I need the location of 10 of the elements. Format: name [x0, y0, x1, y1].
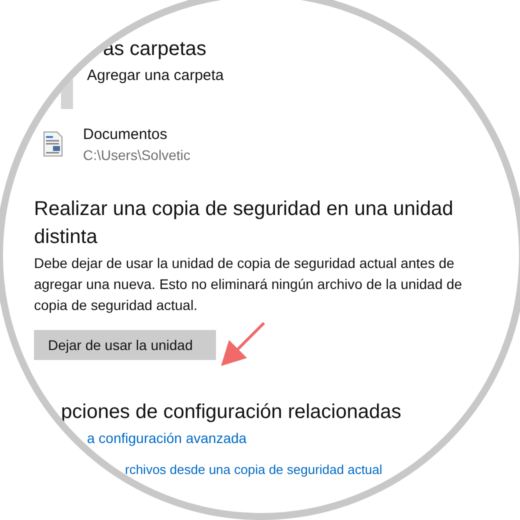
add-folder-label[interactable]: Agregar una carpeta [87, 65, 224, 87]
document-icon [43, 131, 63, 157]
section-heading: pciones de configuración relacionadas [61, 400, 402, 425]
settings-link[interactable]: rchivos desde una copia de seguridad actual [125, 460, 382, 480]
settings-link[interactable]: a configuración avanzada [87, 428, 247, 448]
section-heading: Realizar una copia de seguridad en una unidad distinta [34, 197, 454, 250]
folder-name: Documentos [83, 125, 168, 145]
description-text: Debe dejar de usar la unidad de copia de seguridad actual antes de agregar una nueva. Esto no eliminará ningún archivo de la unidad de copia de seguridad actual. [34, 254, 464, 315]
stop-using-drive-button[interactable]: Dejar de usar la unidad [34, 330, 216, 360]
folder-path: C:\Users\Solvetic [83, 146, 190, 165]
